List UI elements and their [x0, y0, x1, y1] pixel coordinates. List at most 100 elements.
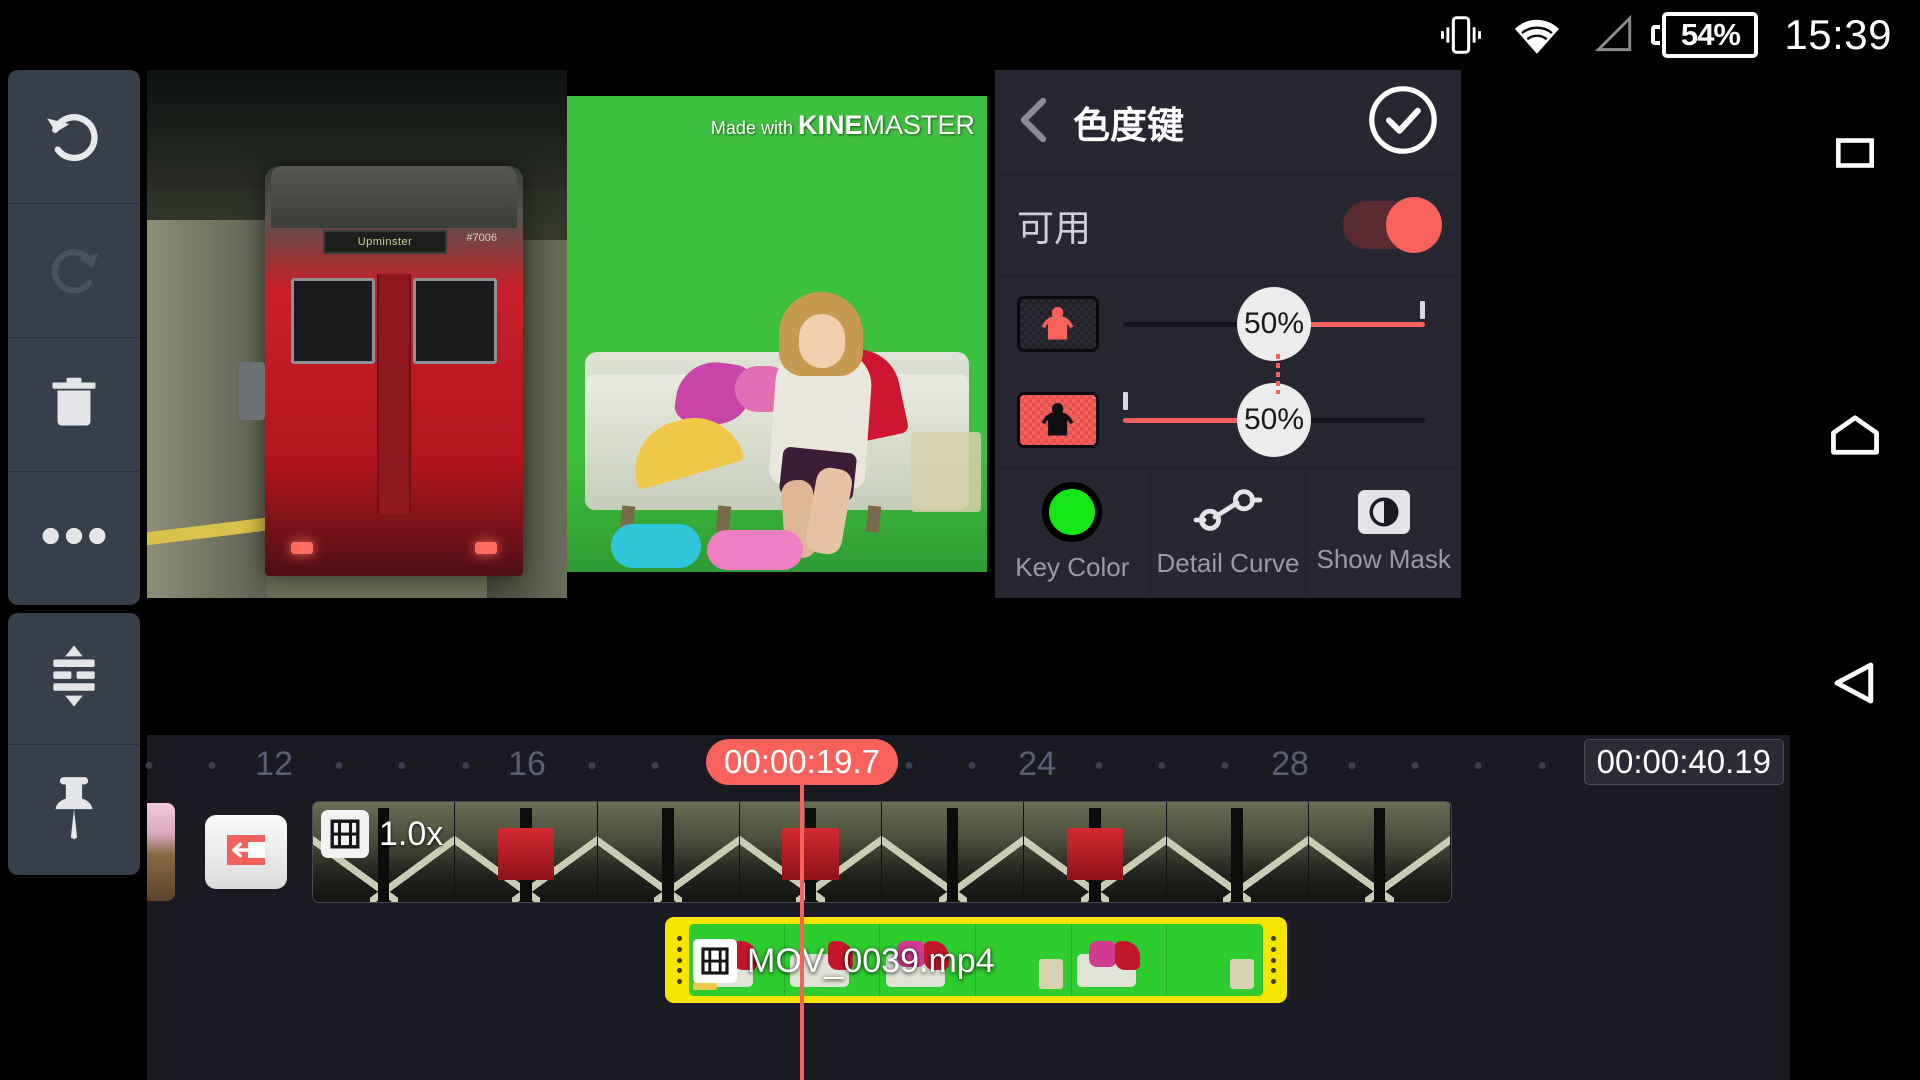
toggle-knob [1386, 197, 1442, 253]
more-options-button[interactable] [8, 472, 140, 605]
ruler-tick [905, 762, 913, 769]
redo-button[interactable] [8, 204, 140, 338]
pin-button[interactable] [8, 745, 140, 876]
timeline[interactable]: 12 16 24 28 00:00:19.7 00:00:40.19 1.0x … [145, 735, 1790, 1080]
tab-key-color-label: Key Color [1015, 552, 1130, 582]
previous-clip-edge[interactable] [147, 803, 175, 901]
video-preview[interactable]: Upminster #7006 Made with KINEMASTER [147, 70, 987, 598]
expand-tracks-button[interactable] [8, 613, 140, 745]
watermark-made-with: Made with [710, 118, 798, 138]
ruler-label: 28 [1271, 745, 1309, 783]
threshold-sliders: 50% 50% [995, 276, 1461, 468]
panel-title: 色度键 [1073, 105, 1184, 146]
tab-key-color[interactable]: Key Color [995, 468, 1151, 597]
delete-button[interactable] [8, 338, 140, 472]
ruler-tick [1221, 762, 1229, 769]
recents-button[interactable] [1790, 128, 1920, 183]
back-button[interactable] [1790, 658, 1920, 713]
status-clock: 15:39 [1784, 11, 1892, 58]
ruler-tick [968, 762, 976, 769]
expand-tracks-icon [43, 642, 105, 715]
ruler-label: 24 [1018, 745, 1056, 783]
ruler-tick [651, 762, 659, 769]
tab-show-mask-label: Show Mask [1316, 544, 1451, 574]
panel-tabs: Key Color Detail Curve Show Mask [995, 468, 1461, 597]
wifi-icon [1510, 13, 1564, 57]
enable-row: 可用 [995, 175, 1461, 276]
home-icon [1827, 410, 1883, 465]
left-toolbar [8, 70, 140, 605]
preview-chroma-layer: Made with KINEMASTER [567, 96, 987, 572]
ruler-tick [1411, 762, 1419, 769]
status-bar: 54% 15:39 [0, 0, 1920, 70]
main-clip-speed: 1.0x [379, 814, 444, 853]
back-icon [1828, 658, 1882, 713]
playhead[interactable] [800, 783, 804, 1080]
slider-foreground-threshold[interactable]: 50% [995, 276, 1461, 372]
slider-thumb[interactable]: 50% [1237, 287, 1311, 361]
panel-header: 色度键 [995, 70, 1461, 175]
playhead-time-badge[interactable]: 00:00:19.7 [706, 739, 898, 785]
transition-clip[interactable] [205, 815, 287, 889]
slider-thumb[interactable]: 50% [1237, 383, 1311, 457]
total-duration-badge: 00:00:40.19 [1583, 739, 1784, 785]
train-number: #7006 [466, 232, 497, 244]
trash-icon [44, 371, 104, 438]
tab-detail-curve[interactable]: Detail Curve [1151, 468, 1307, 597]
ruler-tick [1348, 762, 1356, 769]
overlay-clip-name: MOV_0039.mp4 [747, 941, 995, 980]
slider-track-wrap[interactable]: 50% [1123, 372, 1425, 468]
slider-background-threshold[interactable]: 50% [995, 372, 1461, 468]
vibrate-icon [1438, 12, 1484, 58]
undo-button[interactable] [8, 70, 140, 204]
clip-handle-right[interactable] [1266, 932, 1280, 988]
ruler-tick [588, 762, 596, 769]
battery-level: 54% [1680, 17, 1741, 52]
ruler-tick [1095, 762, 1102, 769]
figure-transparent-icon [1017, 296, 1099, 352]
figure-silhouette-icon [1017, 392, 1099, 448]
ruler-tick [208, 762, 216, 769]
signal-icon [1590, 13, 1636, 57]
ruler-label: 12 [255, 745, 293, 783]
timeline-ruler[interactable]: 12 16 24 28 00:00:19.7 00:00:40.19 [145, 735, 1790, 795]
overlay-track[interactable]: MOV_0039.mp4 [147, 913, 1790, 1017]
chroma-key-panel: 色度键 可用 50% 50% Key Color Detail Curve Sh… [995, 70, 1461, 598]
battery-indicator: 54% [1651, 12, 1759, 58]
slider-track-wrap[interactable]: 50% [1123, 276, 1425, 372]
enable-label: 可用 [1017, 208, 1091, 249]
watermark-master: MASTER [862, 110, 975, 140]
main-clip-tag: 1.0x [321, 810, 443, 858]
ruler-tick [462, 762, 469, 769]
check-circle-icon[interactable] [1367, 84, 1439, 161]
redo-icon [43, 237, 105, 304]
chevron-left-icon[interactable] [1017, 97, 1051, 148]
slider-tick [1420, 301, 1425, 319]
battery-nub [1651, 25, 1661, 45]
train-destination: Upminster [357, 236, 413, 248]
ruler-tick [1474, 762, 1482, 769]
mask-contrast-icon [1357, 490, 1410, 534]
slider-link-connector [1276, 354, 1280, 394]
color-swatch-icon [1042, 482, 1103, 542]
main-video-clip[interactable] [312, 801, 1452, 903]
home-button[interactable] [1790, 410, 1920, 465]
overlay-clip-tag: MOV_0039.mp4 [693, 939, 995, 983]
film-icon [321, 810, 369, 858]
curve-icon [1192, 487, 1264, 538]
watermark-kine: KINE [797, 110, 863, 140]
ruler-tick [1538, 762, 1546, 769]
main-video-track[interactable]: 1.0x [147, 795, 1790, 909]
pin-icon [45, 773, 103, 846]
slider-tick [1123, 392, 1128, 410]
kinemaster-watermark: Made with KINEMASTER [711, 110, 975, 141]
clip-handle-left[interactable] [672, 932, 686, 988]
tab-show-mask[interactable]: Show Mask [1306, 468, 1461, 597]
ruler-tick [1158, 762, 1166, 769]
more-options-icon [41, 526, 107, 551]
enable-toggle[interactable] [1343, 197, 1442, 253]
android-nav-bar [1790, 70, 1920, 1080]
film-icon [693, 939, 737, 983]
ruler-tick [145, 762, 153, 769]
transition-icon [223, 829, 269, 876]
